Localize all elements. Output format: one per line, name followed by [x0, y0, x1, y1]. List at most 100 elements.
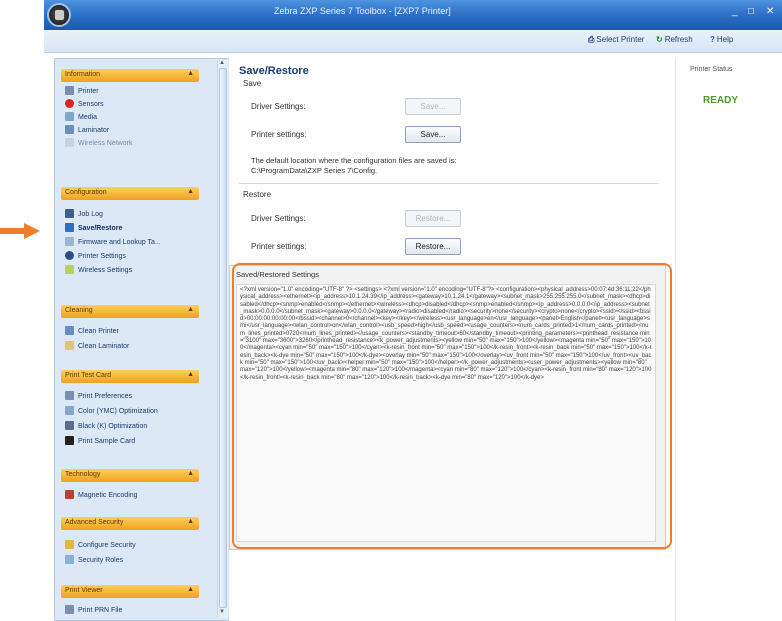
- save-driver-label: Driver Settings:: [251, 102, 306, 111]
- title-bar: Zebra ZXP Series 7 Toolbox - [ZXP7 Print…: [44, 0, 782, 30]
- sidebar-item-save-restore[interactable]: Save/Restore: [65, 223, 122, 234]
- sidebar-item-print-sample-card[interactable]: Print Sample Card: [65, 436, 135, 447]
- sidebar-item-label: Sensors: [78, 101, 104, 108]
- sidebar-item-color-optimization[interactable]: Color (YMC) Optimization: [65, 406, 158, 417]
- black-optimization-icon: [65, 421, 74, 430]
- sidebar-item-label: Print PRN File: [78, 607, 123, 614]
- sidebar-item-magnetic-encoding[interactable]: Magnetic Encoding: [65, 490, 138, 501]
- save-driver-button[interactable]: Save...: [405, 98, 461, 115]
- page-title: Save/Restore: [239, 65, 309, 77]
- firmware-icon: [65, 237, 74, 246]
- sidebar-item-clean-printer[interactable]: Clean Printer: [65, 326, 119, 337]
- group-configuration[interactable]: Configuration ▲: [61, 187, 199, 200]
- clean-laminator-icon: [65, 341, 74, 350]
- sidebar-item-clean-laminator[interactable]: Clean Laminator: [65, 341, 129, 352]
- scroll-down-icon[interactable]: ▼: [219, 609, 225, 615]
- chevron-up-icon: ▲: [187, 188, 194, 195]
- group-print-viewer[interactable]: Print Viewer ▲: [61, 585, 199, 598]
- help-label: Help: [716, 35, 734, 44]
- sidebar-item-label: Printer Settings: [78, 253, 126, 260]
- note-line-1: The default location where the configura…: [251, 156, 457, 165]
- select-printer-button[interactable]: ⎙ Select Printer: [588, 35, 644, 45]
- sidebar-item-label: Print Preferences: [78, 393, 133, 400]
- group-information[interactable]: Information ▲: [61, 69, 199, 82]
- scroll-up-icon[interactable]: ▲: [219, 60, 225, 66]
- chevron-up-icon: ▲: [187, 470, 194, 477]
- group-label: Cleaning: [65, 307, 93, 314]
- sidebar-item-label: Magnetic Encoding: [78, 492, 138, 499]
- lock-icon: [65, 540, 74, 549]
- save-printer-label: Printer settings:: [251, 130, 307, 139]
- group-cleaning[interactable]: Cleaning ▲: [61, 305, 199, 318]
- annotation-highlight-box: [232, 263, 672, 549]
- group-advanced-security[interactable]: Advanced Security ▲: [61, 517, 199, 530]
- restore-printer-button[interactable]: Restore...: [405, 238, 461, 255]
- prn-file-icon: [65, 605, 74, 614]
- gear-icon: [65, 251, 74, 260]
- sidebar-item-print-prn-file[interactable]: Print PRN File: [65, 605, 122, 616]
- close-button[interactable]: ✕: [766, 6, 774, 17]
- group-label: Print Viewer: [65, 587, 103, 594]
- save-location-note: The default location where the configura…: [251, 156, 581, 176]
- chevron-up-icon: ▲: [187, 70, 194, 77]
- media-icon: [65, 112, 74, 121]
- chevron-up-icon: ▲: [187, 306, 194, 313]
- sidebar-item-security-roles[interactable]: Security Roles: [65, 555, 123, 566]
- wireless-icon: [65, 138, 74, 147]
- pointer-arrow-icon: [0, 223, 40, 239]
- sidebar-item-printer-settings[interactable]: Printer Settings: [65, 251, 126, 262]
- group-label: Information: [65, 71, 101, 78]
- note-line-2: C:\ProgramData\ZXP Series 7\Config.: [251, 166, 378, 175]
- printer-status-value: READY: [703, 95, 739, 106]
- refresh-icon: ↻: [656, 35, 663, 44]
- sidebar-item-sensors[interactable]: Sensors: [65, 99, 104, 110]
- save-section-label: Save: [243, 79, 262, 88]
- chevron-up-icon: ▲: [187, 586, 194, 593]
- group-label: Configuration: [65, 189, 107, 196]
- refresh-button[interactable]: ↻ Refresh: [656, 35, 693, 44]
- group-label: Advanced Security: [65, 519, 124, 526]
- select-printer-label: Select Printer: [596, 35, 645, 44]
- sidebar-item-firmware[interactable]: Firmware and Lookup Ta...: [65, 237, 161, 248]
- printer-icon: ⎙: [588, 35, 595, 44]
- help-button[interactable]: ? Help: [710, 35, 733, 44]
- sidebar-item-label: Black (K) Optimization: [78, 423, 148, 430]
- scroll-thumb[interactable]: [219, 68, 227, 608]
- sidebar-item-label: Firmware and Lookup Ta...: [78, 239, 161, 246]
- wireless-settings-icon: [65, 265, 74, 274]
- group-technology[interactable]: Technology ▲: [61, 469, 199, 482]
- sidebar-item-job-log[interactable]: Job Log: [65, 209, 103, 220]
- sidebar-item-wireless-network[interactable]: Wireless Network: [65, 138, 132, 149]
- save-printer-button[interactable]: Save...: [405, 126, 461, 143]
- restore-driver-button[interactable]: Restore...: [405, 210, 461, 227]
- sidebar-item-black-optimization[interactable]: Black (K) Optimization: [65, 421, 147, 432]
- color-optimization-icon: [65, 406, 74, 415]
- group-label: Print Test Card: [65, 372, 112, 379]
- sidebar-item-media[interactable]: Media: [65, 112, 97, 123]
- sidebar-item-printer[interactable]: Printer: [65, 86, 99, 97]
- clean-printer-icon: [65, 326, 74, 335]
- sidebar-item-configure-security[interactable]: Configure Security: [65, 540, 136, 551]
- chevron-up-icon: ▲: [187, 518, 194, 525]
- sidebar-item-print-preferences[interactable]: Print Preferences: [65, 391, 132, 402]
- status-panel: Printer Status READY: [675, 58, 782, 621]
- maximize-button[interactable]: □: [748, 6, 754, 17]
- printer-status-label: Printer Status: [690, 66, 733, 73]
- magnet-icon: [65, 490, 74, 499]
- sidebar-item-label: Laminator: [78, 127, 110, 134]
- minimize-button[interactable]: _: [732, 6, 738, 17]
- save-icon: [65, 223, 74, 232]
- sample-card-icon: [65, 436, 74, 445]
- sidebar-item-laminator[interactable]: Laminator: [65, 125, 109, 136]
- sidebar-item-label: Print Sample Card: [78, 438, 136, 445]
- sidebar-scrollbar[interactable]: ▲ ▼: [217, 60, 228, 618]
- group-print-test-card[interactable]: Print Test Card ▲: [61, 370, 199, 383]
- sidebar-item-label: Job Log: [78, 211, 103, 218]
- sidebar-item-wireless-settings[interactable]: Wireless Settings: [65, 265, 132, 276]
- sidebar-item-label: Printer: [78, 88, 99, 95]
- sidebar-item-label: Configure Security: [78, 542, 136, 549]
- window-title: Zebra ZXP Series 7 Toolbox - [ZXP7 Print…: [274, 6, 451, 16]
- sidebar-item-label: Wireless Settings: [78, 267, 133, 274]
- divider: [239, 183, 659, 184]
- sidebar-item-label: Clean Printer: [78, 328, 119, 335]
